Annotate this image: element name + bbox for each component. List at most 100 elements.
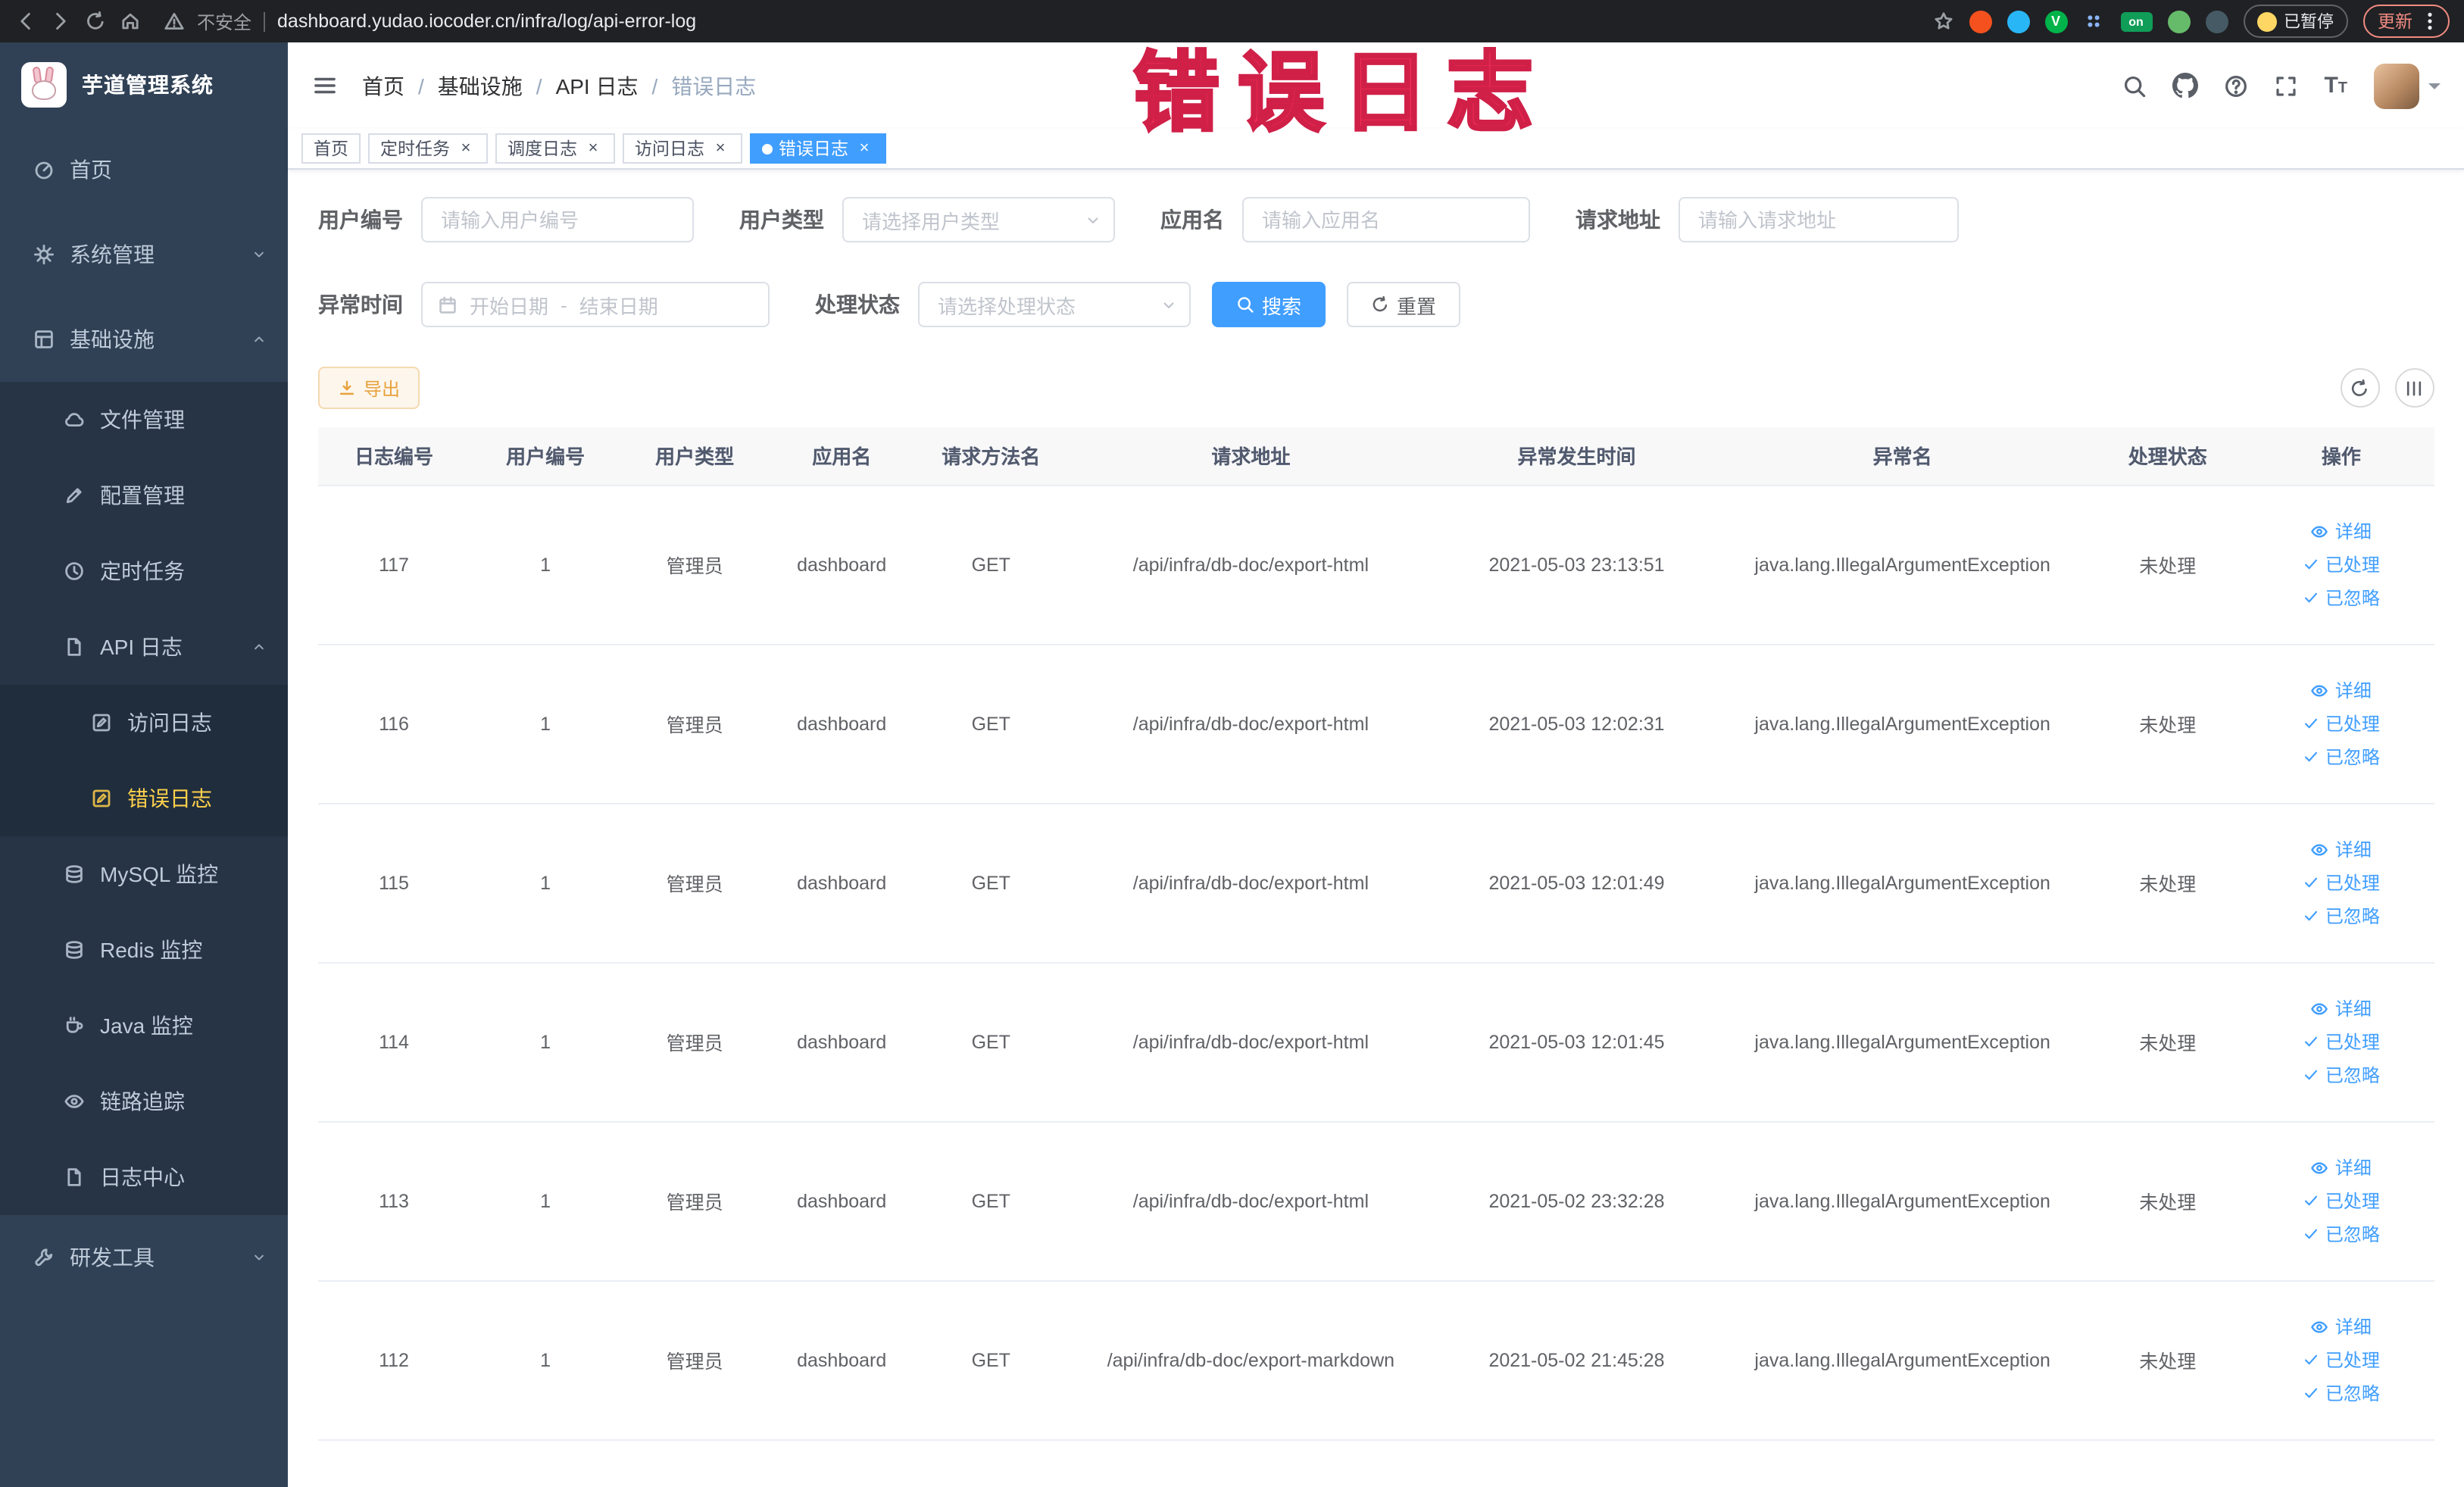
tab-error-log[interactable]: 错误日志 ×: [750, 133, 886, 164]
tab-job-log[interactable]: 调度日志 ×: [495, 133, 615, 164]
browser-reload-icon[interactable]: [85, 11, 106, 32]
action-processed[interactable]: 已处理: [2258, 1347, 2425, 1373]
search-button[interactable]: 搜索: [1212, 282, 1326, 327]
action-processed[interactable]: 已处理: [2258, 711, 2425, 736]
breadcrumb-item[interactable]: API 日志: [556, 70, 639, 101]
sidebar-item-tracer[interactable]: 链路追踪: [0, 1064, 288, 1139]
app-logo[interactable]: 芋道管理系统: [0, 42, 288, 127]
action-processed[interactable]: 已处理: [2258, 1188, 2425, 1214]
action-processed[interactable]: 已处理: [2258, 870, 2425, 895]
sidebar-item-system[interactable]: 系统管理: [0, 212, 288, 297]
sidebar-item-home[interactable]: 首页: [0, 127, 288, 212]
cell-method: GET: [915, 1280, 1067, 1440]
browser-forward-icon[interactable]: [50, 11, 71, 32]
filter-user-id: 用户编号: [318, 197, 694, 242]
sidebar-item-label: 链路追踪: [100, 1089, 185, 1114]
exception-time-range-picker[interactable]: 开始日期 - 结束日期: [421, 282, 770, 327]
app-name-input[interactable]: [1242, 197, 1530, 242]
action-processed[interactable]: 已处理: [2258, 1029, 2425, 1054]
action-detail[interactable]: 详细: [2258, 1314, 2425, 1339]
extension-icon-1[interactable]: [1969, 10, 1991, 33]
browser-update-button[interactable]: 更新: [2363, 5, 2449, 38]
breadcrumb-separator: /: [651, 73, 658, 98]
sidebar-item-config[interactable]: 配置管理: [0, 458, 288, 533]
sidebar-item-infra[interactable]: 基础设施: [0, 297, 288, 382]
request-url-input[interactable]: [1679, 197, 1959, 242]
tab-job[interactable]: 定时任务 ×: [368, 133, 488, 164]
tab-home[interactable]: 首页: [301, 133, 361, 164]
action-detail[interactable]: 详细: [2258, 836, 2425, 862]
sidebar-item-dev-tools[interactable]: 研发工具: [0, 1215, 288, 1300]
cell-method: GET: [915, 485, 1067, 645]
action-detail[interactable]: 详细: [2258, 1154, 2425, 1180]
user-id-input[interactable]: [421, 197, 694, 242]
user-menu[interactable]: [2373, 63, 2440, 108]
bookmark-star-icon[interactable]: [1932, 11, 1953, 32]
cell-user-id: 1: [470, 644, 622, 804]
column-settings-button[interactable]: [2394, 368, 2434, 408]
cell-url: /api/infra/db-doc/export-html: [1066, 1121, 1435, 1281]
chevron-up-icon: [251, 639, 267, 654]
paused-badge-label: 已暂停: [2284, 14, 2334, 32]
extension-icon-2[interactable]: [2006, 10, 2029, 33]
extension-icon-7[interactable]: [2205, 10, 2228, 33]
sidebar-item-job[interactable]: 定时任务: [0, 533, 288, 609]
reset-button-icon: [1371, 295, 1389, 314]
sidebar-item-error-log[interactable]: 错误日志: [0, 761, 288, 836]
sidebar-item-log-center[interactable]: 日志中心: [0, 1139, 288, 1215]
api-log-icon: [64, 636, 85, 658]
extension-icon-on[interactable]: on: [2120, 11, 2152, 31]
action-ignored[interactable]: 已忽略: [2258, 903, 2425, 929]
action-ignored[interactable]: 已忽略: [2258, 1062, 2425, 1088]
breadcrumb-item[interactable]: 首页: [362, 70, 404, 101]
tab-close-icon[interactable]: ×: [710, 139, 730, 158]
browser-menu-kebab-icon[interactable]: [2419, 11, 2440, 32]
cell-time: 2021-05-03 12:02:31: [1435, 644, 1719, 804]
extension-icon-3[interactable]: V: [2044, 10, 2067, 33]
action-ignored[interactable]: 已忽略: [2258, 1380, 2425, 1406]
action-detail[interactable]: 详细: [2258, 995, 2425, 1021]
action-ignored[interactable]: 已忽略: [2258, 744, 2425, 770]
sidebar-item-access-log[interactable]: 访问日志: [0, 685, 288, 761]
sidebar-item-redis[interactable]: Redis 监控: [0, 912, 288, 988]
column-header: 请求方法名: [915, 427, 1067, 486]
action-ignored[interactable]: 已忽略: [2258, 1221, 2425, 1247]
cell-url: /api/infra/db-doc/export-html: [1066, 485, 1435, 645]
action-detail[interactable]: 详细: [2258, 677, 2425, 703]
extension-icon-6[interactable]: [2167, 10, 2190, 33]
breadcrumb-item[interactable]: 基础设施: [438, 70, 523, 101]
filter-process-status: 处理状态 请选择处理状态: [815, 282, 1191, 327]
help-icon[interactable]: [2224, 73, 2248, 98]
process-status-select[interactable]: 请选择处理状态: [918, 282, 1191, 327]
refresh-table-button[interactable]: [2340, 368, 2379, 408]
action-processed[interactable]: 已处理: [2258, 551, 2425, 577]
sidebar-item-api-log[interactable]: API 日志: [0, 609, 288, 685]
cell-url: /api/infra/db-doc/export-html: [1066, 803, 1435, 963]
action-detail[interactable]: 详细: [2258, 518, 2425, 544]
tab-access-log[interactable]: 访问日志 ×: [623, 133, 742, 164]
hamburger-icon[interactable]: [312, 73, 338, 98]
sidebar-item-file[interactable]: 文件管理: [0, 382, 288, 458]
search-icon[interactable]: [2122, 73, 2147, 98]
sidebar-item-java[interactable]: Java 监控: [0, 988, 288, 1064]
browser-home-icon[interactable]: [120, 11, 141, 32]
reset-button[interactable]: 重置: [1347, 282, 1461, 327]
cell-status: 未处理: [2086, 962, 2249, 1122]
extension-icon-4[interactable]: [2082, 10, 2105, 33]
sidebar-item-mysql[interactable]: MySQL 监控: [0, 836, 288, 912]
export-button[interactable]: 导出: [318, 367, 420, 409]
github-icon[interactable]: [2172, 73, 2199, 98]
extension-paused-badge[interactable]: 已暂停: [2243, 5, 2347, 38]
font-size-icon[interactable]: TT: [2324, 73, 2347, 98]
tab-close-icon[interactable]: ×: [583, 139, 603, 158]
cell-id: 112: [318, 1280, 470, 1440]
cell-url: /api/infra/db-doc/export-html: [1066, 644, 1435, 804]
table-toolbar: 导出: [318, 367, 2434, 409]
address-bar[interactable]: 不安全 dashboard.yudao.iocoder.cn/infra/log…: [164, 8, 696, 34]
tab-close-icon[interactable]: ×: [456, 139, 476, 158]
action-ignored[interactable]: 已忽略: [2258, 585, 2425, 611]
browser-back-icon[interactable]: [15, 11, 36, 32]
tab-close-icon[interactable]: ×: [854, 139, 874, 158]
user-type-select[interactable]: 请选择用户类型: [842, 197, 1115, 242]
fullscreen-icon[interactable]: [2274, 73, 2298, 98]
